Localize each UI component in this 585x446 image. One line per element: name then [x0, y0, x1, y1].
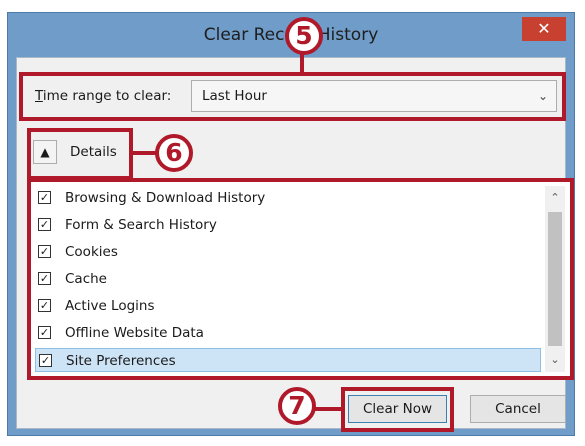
list-item-site-preferences[interactable]: ✓ Site Preferences [35, 348, 541, 372]
list-item-label: Cache [65, 271, 107, 287]
scroll-thumb[interactable] [548, 212, 562, 346]
checkbox[interactable]: ✓ [38, 191, 51, 204]
callout-badge-5: 5 [285, 17, 323, 55]
chevron-down-icon[interactable]: ⌄ [545, 350, 565, 370]
close-button[interactable]: ✕ [522, 17, 566, 41]
callout-connector-7 [314, 407, 343, 411]
list-item-label: Offline Website Data [65, 325, 204, 341]
list-item-cache[interactable]: ✓ Cache [35, 267, 541, 291]
callout-connector-5 [300, 52, 304, 74]
list-item-browsing-download-history[interactable]: ✓ Browsing & Download History [35, 186, 541, 210]
checkbox[interactable]: ✓ [38, 272, 51, 285]
details-label[interactable]: Details [70, 140, 117, 164]
callout-badge-7: 7 [278, 387, 316, 425]
list-item-cookies[interactable]: ✓ Cookies [35, 240, 541, 264]
callout-badge-6: 6 [155, 134, 193, 172]
list-item-label: Form & Search History [65, 217, 217, 233]
close-icon: ✕ [537, 19, 551, 38]
chevron-up-icon[interactable]: ⌃ [545, 188, 565, 208]
chevron-up-icon: ▲ [40, 145, 50, 159]
list-item-form-search-history[interactable]: ✓ Form & Search History [35, 213, 541, 237]
list-item-label: Cookies [65, 244, 118, 260]
cancel-button[interactable]: Cancel [470, 395, 566, 423]
list-item-label: Active Logins [65, 298, 155, 314]
list-item-label: Site Preferences [66, 353, 176, 369]
history-items-list[interactable]: ✓ Browsing & Download History ✓ Form & S… [31, 182, 570, 376]
clear-now-button[interactable]: Clear Now [348, 395, 447, 423]
callout-connector-6 [131, 151, 157, 155]
list-item-offline-website-data[interactable]: ✓ Offline Website Data [35, 321, 541, 345]
list-item-label: Browsing & Download History [65, 190, 266, 206]
list-item-active-logins[interactable]: ✓ Active Logins [35, 294, 541, 318]
checkbox[interactable]: ✓ [38, 245, 51, 258]
time-range-select[interactable]: Last Hour ⌄ [191, 80, 557, 112]
time-range-value: Last Hour [202, 88, 267, 104]
checkbox[interactable]: ✓ [38, 299, 51, 312]
checkbox[interactable]: ✓ [38, 326, 51, 339]
details-label-text: Details [70, 144, 117, 160]
time-range-label-text: ime range to clear: [42, 88, 172, 104]
checkbox[interactable]: ✓ [38, 218, 51, 231]
time-range-label-accel: T [35, 88, 43, 104]
time-range-label: Time range to clear: [35, 84, 171, 108]
list-scrollbar[interactable]: ⌃ ⌄ [545, 186, 565, 372]
details-toggle-button[interactable]: ▲ [33, 140, 57, 164]
checkbox[interactable]: ✓ [39, 354, 52, 367]
chevron-down-icon: ⌄ [537, 89, 548, 103]
